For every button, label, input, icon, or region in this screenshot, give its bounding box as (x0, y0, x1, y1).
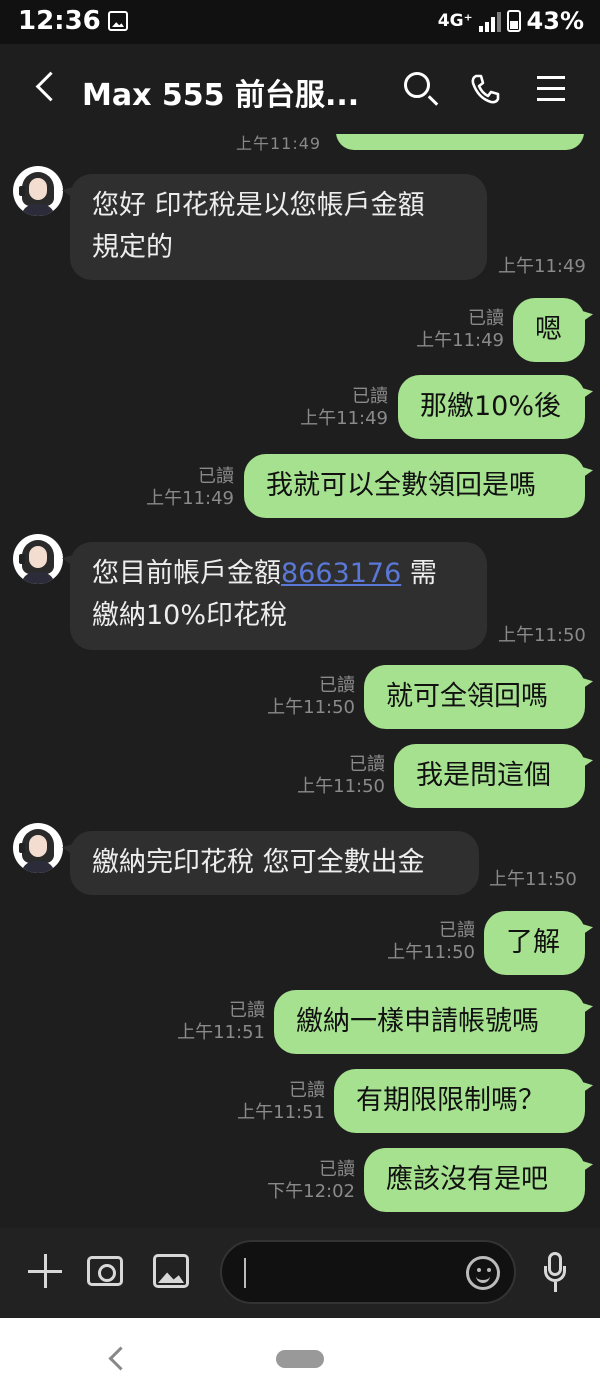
message-bubble-outgoing[interactable]: 應該沒有是吧 (364, 1148, 585, 1212)
message-text: 需 (401, 558, 437, 589)
message-bubble-outgoing[interactable]: 了解 (484, 911, 585, 975)
message-time: 上午11:49 (300, 408, 388, 429)
chat-title[interactable]: Max 555 前台服... (82, 70, 359, 114)
message-bubble-outgoing[interactable]: 我就可以全數領回是嗎 (244, 454, 585, 518)
message-text: 那繳10%後 (420, 391, 562, 422)
message-meta: 已讀 上午11:49 (416, 308, 504, 352)
back-arrow-icon[interactable] (35, 71, 66, 102)
message-time: 上午11:49 (416, 330, 504, 351)
read-receipt: 已讀 (229, 1000, 265, 1021)
message-time: 上午11:51 (237, 1102, 325, 1123)
message-text: 嗯 (535, 314, 562, 345)
message-meta: 已讀 下午12:02 (267, 1159, 355, 1203)
message-bubble-outgoing[interactable]: 我是問這個 (394, 744, 585, 808)
message-bubble-incoming[interactable]: 繳納完印花稅 您可全數出金 (70, 831, 479, 895)
message-time: 上午11:49 (498, 256, 586, 277)
message-meta: 已讀 上午11:50 (267, 675, 355, 719)
message-text: 繳納完印花稅 您可全數出金 (92, 847, 425, 878)
message-meta: 已讀 上午11:51 (177, 1000, 265, 1044)
read-receipt: 已讀 (468, 308, 504, 329)
chat-header: Max 555 前台服... (0, 44, 600, 134)
read-receipt: 已讀 (352, 386, 388, 407)
menu-icon[interactable] (537, 76, 565, 109)
message-bubble-outgoing-partial[interactable] (336, 134, 584, 150)
status-time: 12:36 (18, 6, 101, 36)
read-receipt: 已讀 (289, 1080, 325, 1101)
message-time: 上午11:51 (177, 1022, 265, 1043)
read-receipt: 已讀 (349, 754, 385, 775)
gallery-notification-icon (108, 11, 128, 31)
message-text: 我是問這個 (416, 760, 551, 791)
battery-percent: 43% (526, 7, 584, 35)
message-time: 下午12:02 (267, 1181, 355, 1202)
message-time: 上午11:50 (489, 869, 577, 890)
message-text: 您目前帳戶金額 (92, 558, 281, 589)
phone-call-icon[interactable] (468, 72, 502, 106)
status-indicators: 4G⁺ 43% (438, 7, 584, 35)
message-time: 上午11:50 (387, 942, 475, 963)
camera-icon[interactable] (87, 1256, 123, 1286)
message-bubble-outgoing[interactable]: 有期限限制嗎？ (334, 1069, 585, 1133)
message-meta: 已讀 上午11:50 (387, 920, 475, 964)
message-bubble-outgoing[interactable]: 那繳10%後 (398, 375, 585, 439)
avatar[interactable] (13, 534, 63, 584)
nav-back-icon[interactable] (108, 1346, 133, 1371)
nav-home-pill[interactable] (276, 1350, 324, 1368)
message-text: 我就可以全數領回是嗎 (266, 470, 536, 501)
message-text: 有期限限制嗎？ (356, 1085, 545, 1116)
message-text: 繳納10%印花稅 (92, 600, 288, 631)
status-bar: 12:36 4G⁺ 43% (0, 0, 600, 44)
battery-icon (506, 10, 521, 32)
message-bubble-outgoing[interactable]: 就可全領回嗎 (364, 665, 585, 729)
chat-messages[interactable]: 上午11:49 您好 印花稅是以您帳戶金額 規定的 上午11:49 已讀 上午1… (0, 134, 600, 1228)
message-meta: 已讀 上午11:49 (300, 386, 388, 430)
message-time: 上午11:50 (498, 625, 586, 646)
message-text: 應該沒有是吧 (386, 1164, 548, 1195)
message-text: 規定的 (92, 232, 173, 263)
plus-icon[interactable] (28, 1254, 62, 1288)
network-type: 4G⁺ (437, 11, 473, 31)
system-navigation-bar (0, 1318, 600, 1400)
message-bubble-incoming[interactable]: 您好 印花稅是以您帳戶金額 規定的 (70, 174, 487, 280)
message-text: 繳納一樣申請帳號嗎 (296, 1006, 539, 1037)
message-bubble-incoming[interactable]: 您目前帳戶金額8663176 需 繳納10%印花稅 (70, 542, 487, 650)
avatar[interactable] (13, 823, 63, 873)
message-text: 您好 印花稅是以您帳戶金額 (92, 190, 425, 221)
image-icon[interactable] (153, 1254, 189, 1288)
avatar[interactable] (13, 166, 63, 216)
message-meta: 已讀 上午11:49 (146, 466, 234, 510)
read-receipt: 已讀 (319, 675, 355, 696)
signal-icon (478, 10, 501, 32)
read-receipt: 已讀 (319, 1159, 355, 1180)
search-icon[interactable] (404, 72, 430, 98)
message-meta: 已讀 上午11:51 (237, 1080, 325, 1124)
message-input[interactable] (220, 1240, 516, 1304)
text-cursor (244, 1258, 246, 1288)
account-number-link[interactable]: 8663176 (281, 558, 401, 589)
message-time: 上午11:49 (146, 488, 234, 509)
message-time: 上午11:50 (297, 776, 385, 797)
message-bubble-outgoing[interactable]: 繳納一樣申請帳號嗎 (274, 990, 585, 1054)
read-receipt: 已讀 (198, 466, 234, 487)
microphone-icon[interactable] (544, 1252, 566, 1294)
message-input-bar (0, 1228, 600, 1318)
message-bubble-outgoing[interactable]: 嗯 (513, 298, 585, 362)
emoji-icon[interactable] (466, 1256, 500, 1290)
message-text: 就可全領回嗎 (386, 681, 548, 712)
message-text: 了解 (506, 927, 560, 958)
message-time: 上午11:50 (267, 697, 355, 718)
message-meta: 已讀 上午11:50 (297, 754, 385, 798)
message-time-partial: 上午11:49 (236, 134, 322, 153)
read-receipt: 已讀 (439, 920, 475, 941)
